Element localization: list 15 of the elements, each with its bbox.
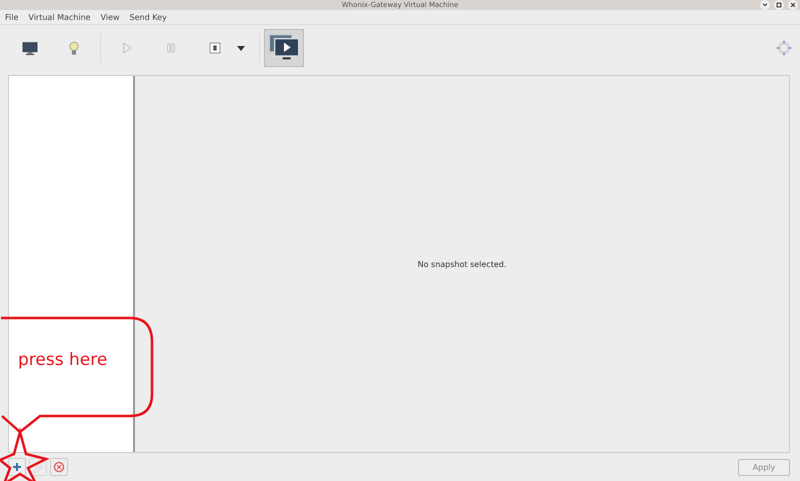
delete-icon: [53, 461, 65, 473]
add-icon: [11, 461, 23, 473]
menu-item[interactable]: File: [5, 12, 18, 22]
close-icon[interactable]: [788, 0, 798, 10]
callout-text: press here: [18, 350, 108, 370]
status-message: No snapshot selected.: [418, 260, 506, 268]
menu-item[interactable]: View: [100, 12, 120, 22]
maximize-icon[interactable]: [774, 0, 784, 10]
caret-icon[interactable]: [237, 46, 245, 50]
delete-button[interactable]: [50, 458, 68, 476]
menu-item[interactable]: Send Key: [130, 12, 167, 22]
monitors-button[interactable]: [264, 29, 304, 67]
minimize-icon[interactable]: [760, 0, 770, 10]
menu-item[interactable]: Virtual Machine: [28, 12, 91, 22]
star-drawing: [0, 427, 50, 481]
